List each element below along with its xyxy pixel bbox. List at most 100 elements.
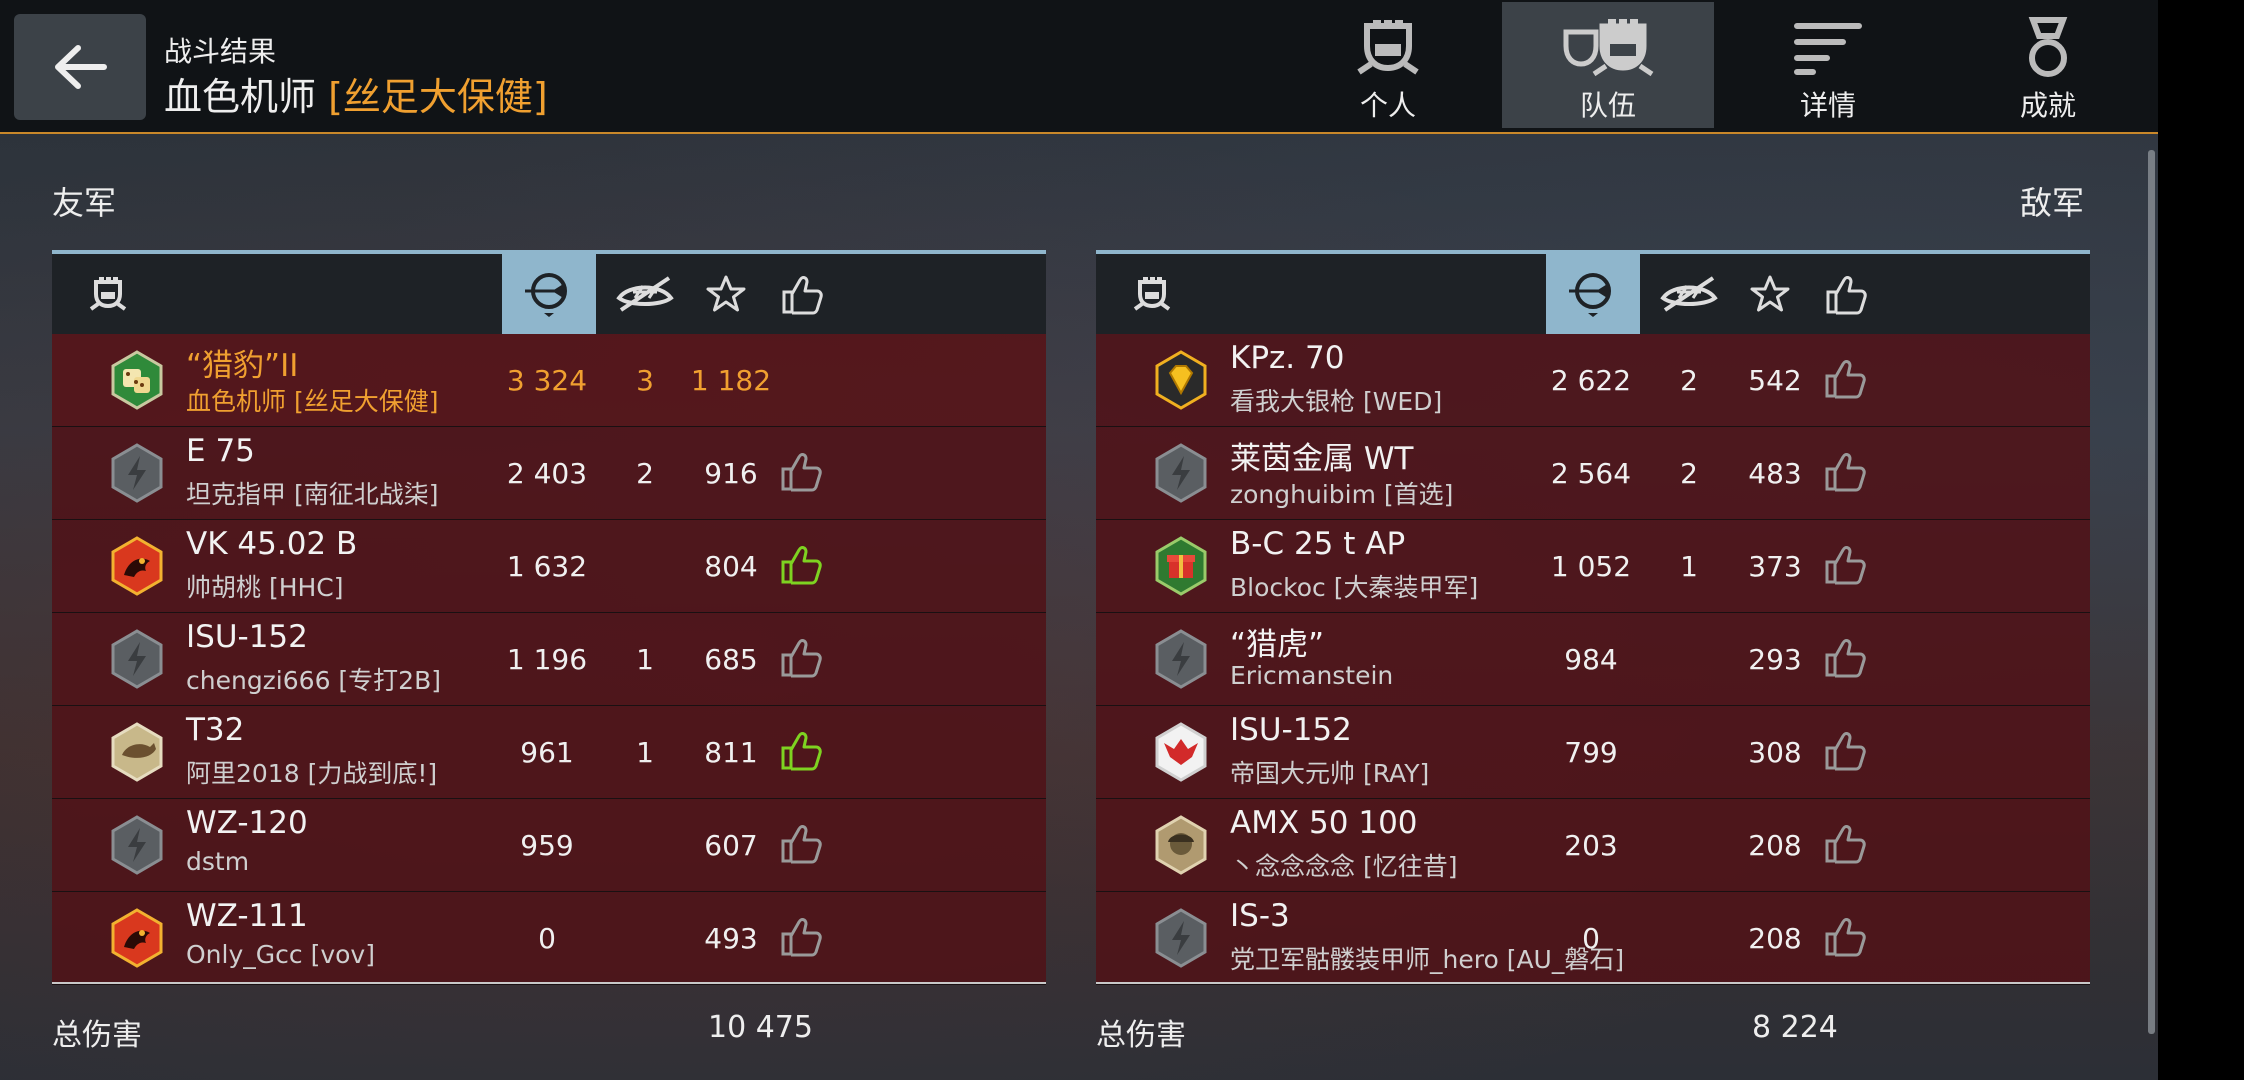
score-value: 208 bbox=[1748, 829, 1802, 862]
kills-value: 1 bbox=[636, 736, 654, 769]
thumbs-up-icon bbox=[1825, 360, 1866, 399]
allies-total-damage: 10 475 bbox=[708, 1010, 813, 1045]
allies-col-vehicle-icon bbox=[89, 277, 127, 311]
enemies-col-damage-icon bbox=[1569, 273, 1611, 317]
tank-name: ISU-152 bbox=[186, 619, 308, 655]
enemies-player-row[interactable]: AMX 50 100 丶念念念念 [忆往昔] 203 208 bbox=[1096, 799, 2090, 892]
kills-value: 3 bbox=[636, 364, 654, 397]
allies-player-row[interactable]: E 75 坦克指甲 [南征北战柒] 2 403 2 916 bbox=[52, 427, 1046, 520]
allies-player-row[interactable]: “猎豹”II 血色机师 [丝足大保健] 3 324 3 1 182 bbox=[52, 334, 1046, 427]
medal-icon bbox=[2028, 17, 2068, 77]
tab-team[interactable]: 队伍 bbox=[1502, 2, 1714, 128]
tank-name: “猎虎” bbox=[1230, 627, 1325, 663]
enemies-col-damage[interactable] bbox=[1546, 254, 1640, 334]
kills-value bbox=[600, 520, 690, 613]
score-value: 685 bbox=[704, 643, 758, 676]
enemies-col-kills-icon bbox=[1660, 276, 1718, 312]
enemies-col-like[interactable] bbox=[1806, 254, 1886, 334]
like-button[interactable] bbox=[1823, 542, 1871, 590]
thumbs-up-icon bbox=[1825, 918, 1866, 957]
allies-col-kills[interactable] bbox=[598, 254, 692, 334]
player-name: 血色机师 [丝足大保健] bbox=[186, 387, 439, 416]
player-name: 阿里2018 [力战到底!] bbox=[186, 759, 438, 788]
like-button[interactable] bbox=[779, 635, 827, 683]
allies-player-row[interactable]: T32 阿里2018 [力战到底!] 961 1 811 bbox=[52, 706, 1046, 799]
like-button[interactable] bbox=[1823, 728, 1871, 776]
allies-player-row[interactable]: WZ-111 Only_Gcc [vov] 0 493 bbox=[52, 892, 1046, 985]
enemies-col-score[interactable] bbox=[1730, 254, 1810, 334]
allies-player-row[interactable]: ISU-152 chengzi666 [专打2B] 1 196 1 685 bbox=[52, 613, 1046, 706]
enemies-player-row[interactable]: KPz. 70 看我大银枪 [WED] 2 622 2 542 bbox=[1096, 334, 2090, 427]
allies-col-damage[interactable] bbox=[502, 254, 596, 334]
kills-value bbox=[1644, 892, 1734, 985]
enemies-col-kills[interactable] bbox=[1642, 254, 1736, 334]
vehicle-badge-soldier-icon bbox=[1150, 814, 1212, 876]
damage-value: 1 052 bbox=[1550, 550, 1632, 583]
allies-col-vehicle[interactable] bbox=[68, 254, 148, 334]
vehicle-badge-gift-icon bbox=[1150, 535, 1212, 597]
allies-player-row[interactable]: WZ-120 dstm 959 607 bbox=[52, 799, 1046, 892]
score-value: 493 bbox=[704, 922, 758, 955]
enemies-player-row[interactable]: ISU-152 帝国大元帅 [RAY] 799 308 bbox=[1096, 706, 2090, 799]
scrollbar[interactable] bbox=[2148, 150, 2155, 1034]
allies-table-header bbox=[52, 250, 1046, 334]
enemies-col-vehicle[interactable] bbox=[1112, 254, 1192, 334]
player-name: 丶念念念念 [忆往昔] bbox=[1230, 852, 1458, 881]
vehicle-badge-gray-icon bbox=[1150, 907, 1212, 969]
enemies-player-row[interactable]: B-C 25 t AP Blockoc [大秦装甲军] 1 052 1 373 bbox=[1096, 520, 2090, 613]
like-button[interactable] bbox=[779, 728, 827, 776]
kills-value bbox=[600, 799, 690, 892]
tab-team-label: 队伍 bbox=[1579, 89, 1636, 122]
thumbs-up-icon bbox=[781, 453, 822, 492]
enemies-player-row[interactable]: 莱茵金属 WT zonghuibim [首选] 2 564 2 483 bbox=[1096, 427, 2090, 520]
tab-details[interactable]: 详情 bbox=[1722, 2, 1934, 128]
allies-col-like[interactable] bbox=[762, 254, 842, 334]
tank-name: E 75 bbox=[186, 433, 255, 469]
player-name: 血色机师 bbox=[164, 75, 317, 119]
like-button[interactable] bbox=[779, 542, 827, 590]
vehicle-badge-gray-icon bbox=[106, 628, 168, 690]
like-button[interactable] bbox=[1823, 635, 1871, 683]
screen-subtitle: 战斗结果 bbox=[164, 35, 277, 68]
player-name: dstm bbox=[186, 847, 250, 876]
enemies-player-row[interactable]: “猎虎” Ericmanstein 984 293 bbox=[1096, 613, 2090, 706]
tab-achievements-label: 成就 bbox=[2019, 89, 2076, 122]
damage-value: 1 632 bbox=[506, 550, 588, 583]
like-button[interactable] bbox=[1823, 821, 1871, 869]
thumbs-up-icon bbox=[781, 639, 822, 678]
player-name: 帝国大元帅 [RAY] bbox=[1230, 759, 1430, 788]
like-button[interactable] bbox=[779, 821, 827, 869]
tank-name: AMX 50 100 bbox=[1230, 805, 1418, 841]
back-button[interactable] bbox=[14, 14, 146, 120]
tab-personal-label: 个人 bbox=[1359, 89, 1416, 122]
enemies-player-row[interactable]: IS-3 党卫军骷髅装甲师_hero [AU_磐石] 0 208 bbox=[1096, 892, 2090, 985]
enemies-bottom-line bbox=[1096, 982, 2090, 984]
vehicle-badge-gray-icon bbox=[106, 814, 168, 876]
tank-name: 莱茵金属 WT bbox=[1230, 441, 1414, 477]
score-value: 811 bbox=[704, 736, 758, 769]
thumbs-up-icon bbox=[781, 918, 822, 957]
allies-player-row[interactable]: VK 45.02 B 帅胡桃 [HHC] 1 632 804 bbox=[52, 520, 1046, 613]
details-lines-icon bbox=[1794, 23, 1862, 75]
like-button[interactable] bbox=[779, 914, 827, 962]
vehicle-badge-dragon-icon bbox=[106, 907, 168, 969]
tank-name: WZ-111 bbox=[186, 898, 308, 934]
kills-value bbox=[600, 892, 690, 985]
player-name: Ericmanstein bbox=[1230, 661, 1394, 690]
allies-bottom-line bbox=[52, 982, 1046, 984]
damage-value: 984 bbox=[1564, 643, 1618, 676]
vehicle-badge-dragon-icon bbox=[106, 535, 168, 597]
like-button[interactable] bbox=[1823, 356, 1871, 404]
tab-personal[interactable]: 个人 bbox=[1282, 2, 1494, 128]
score-value: 483 bbox=[1748, 457, 1802, 490]
tab-achievements[interactable]: 成就 bbox=[1942, 2, 2154, 128]
player-name: 帅胡桃 [HHC] bbox=[186, 573, 344, 602]
allies-col-score[interactable] bbox=[686, 254, 766, 334]
like-button[interactable] bbox=[1823, 914, 1871, 962]
thumbs-up-icon bbox=[1825, 825, 1866, 864]
like-button[interactable] bbox=[779, 449, 827, 497]
vehicle-badge-gray-icon bbox=[1150, 442, 1212, 504]
allies-total-label: 总伤害 bbox=[52, 1018, 142, 1053]
allies-table: “猎豹”II 血色机师 [丝足大保健] 3 324 3 1 182 E 75 坦克指甲 [… bbox=[52, 250, 1046, 985]
like-button[interactable] bbox=[1823, 449, 1871, 497]
